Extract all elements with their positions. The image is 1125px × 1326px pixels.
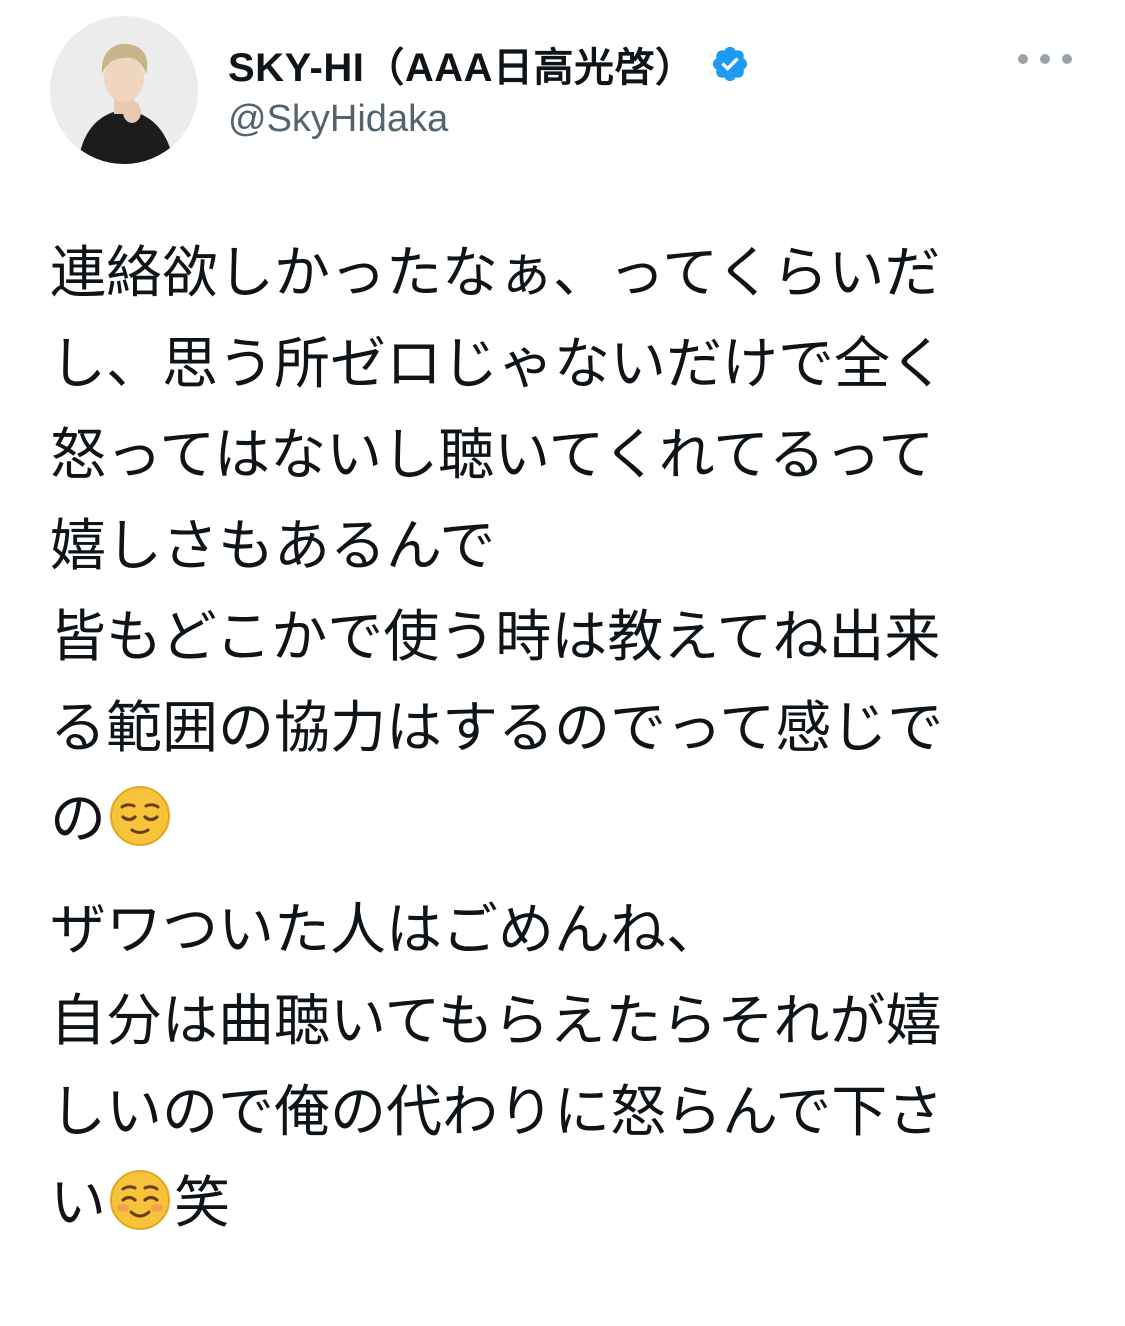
display-name[interactable]: SKY-HI（AAA日高光啓） xyxy=(228,35,696,93)
tweet-header: SKY-HI（AAA日高光啓） @SkyHidaka xyxy=(50,16,1080,166)
text-fragment: 笑 xyxy=(174,1171,230,1236)
more-options-icon[interactable] xyxy=(1018,44,1072,74)
text-line: 皆もどこかで使う時は教えてね出来 xyxy=(50,605,941,670)
smiling-face-emoji xyxy=(108,1168,172,1232)
tweet-paragraph-2: ザワついた人はごめんね、 自分は曲聴いてもらえたらそれが嬉 しいので俺の代わりに… xyxy=(50,885,1050,1249)
text-line: しいので俺の代わりに怒らんで下さ xyxy=(50,1080,944,1145)
text-line: 自分は曲聴いてもらえたらそれが嬉 xyxy=(50,989,942,1054)
text-line-with-emoji: の xyxy=(50,774,1050,865)
tweet-text: 連絡欲しかったなぁ、ってくらいだ し、思う所ゼロじゃないだけで全く 怒ってはない… xyxy=(50,228,1050,1249)
text-line: 連絡欲しかったなぁ、ってくらいだ xyxy=(50,241,941,306)
author-names: SKY-HI（AAA日高光啓） @SkyHidaka xyxy=(228,36,928,141)
text-line: る範囲の協力はするのでって感じで xyxy=(50,696,944,761)
text-line-with-emoji: い 笑 xyxy=(50,1158,1050,1249)
display-name-row: SKY-HI（AAA日高光啓） xyxy=(228,36,928,92)
text-line: ザワついた人はごめんね、 xyxy=(50,898,722,963)
text-fragment: の xyxy=(50,787,106,852)
tweet: SKY-HI（AAA日高光啓） @SkyHidaka 連絡欲しかったなぁ、ってく… xyxy=(0,0,1125,1326)
text-line: 怒ってはないし聴いてくれてるって xyxy=(50,423,935,488)
relieved-face-emoji xyxy=(108,784,172,848)
text-line: し、思う所ゼロじゃないだけで全く xyxy=(50,332,946,397)
text-fragment: い xyxy=(50,1171,106,1236)
author-handle[interactable]: @SkyHidaka xyxy=(228,98,928,141)
tweet-paragraph-1: 連絡欲しかったなぁ、ってくらいだ し、思う所ゼロじゃないだけで全く 怒ってはない… xyxy=(50,228,1050,865)
avatar-image xyxy=(50,16,198,164)
avatar[interactable] xyxy=(50,16,198,164)
verified-badge-icon xyxy=(710,44,750,84)
text-line: 嬉しさもあるんで xyxy=(50,514,496,579)
